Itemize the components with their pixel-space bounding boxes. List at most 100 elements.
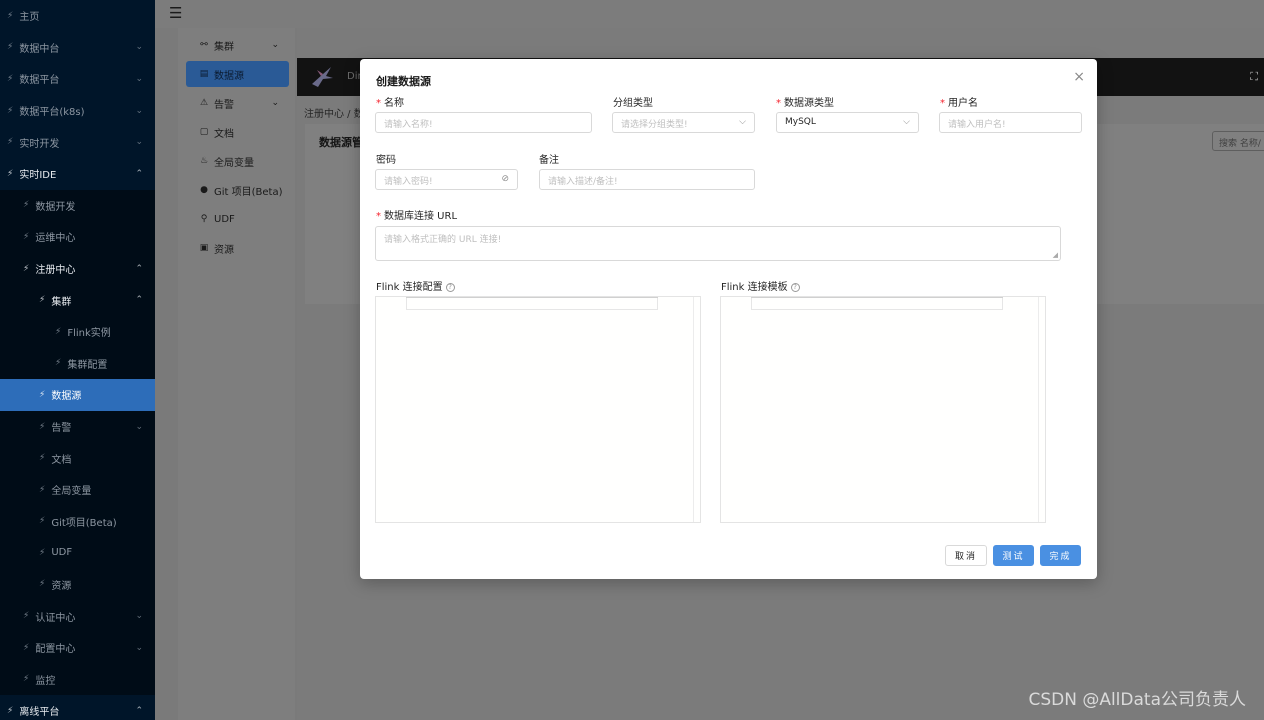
- chevron-up-icon: ⌃: [135, 168, 143, 179]
- datasource-type-select[interactable]: MySQL ⌵: [776, 112, 919, 133]
- sidebar-item-realtime-ide[interactable]: ⚡ 实时IDE ⌃: [0, 158, 155, 190]
- bolt-icon: ⚡: [7, 137, 14, 148]
- editor-scrollbar[interactable]: [1038, 297, 1039, 522]
- test-button[interactable]: 测试: [993, 545, 1034, 566]
- bolt-icon: ⚡: [23, 231, 30, 242]
- note-label: 备注: [539, 155, 559, 166]
- name-input[interactable]: 请输入名称!: [375, 112, 592, 133]
- bolt-icon: ⚡: [39, 484, 46, 495]
- editor-line: [406, 297, 658, 298]
- sidebar-item-docs[interactable]: ⚡ 文档: [0, 442, 155, 474]
- datasource-type-label-text: 数据源类型: [784, 98, 834, 109]
- question-circle-icon[interactable]: ?: [445, 283, 455, 292]
- sidebar-item-label: 主页: [19, 12, 40, 24]
- required-mark: *: [376, 98, 381, 109]
- cancel-button[interactable]: 取消: [945, 545, 987, 566]
- sidebar-item-config-center[interactable]: ⚡ 配置中心 ⌄: [0, 631, 155, 664]
- submenu-item-udf[interactable]: ⚲ UDF: [186, 206, 289, 232]
- submenu-item-git-project[interactable]: ● Git 项目(Beta): [186, 177, 289, 203]
- fullscreen-icon[interactable]: ⛶: [1250, 70, 1258, 84]
- username-label: * 用户名: [940, 94, 978, 109]
- datasource-type-label: * 数据源类型: [776, 94, 834, 109]
- sidebar-item-label: Git项目(Beta): [51, 517, 117, 529]
- submenu-item-global-vars[interactable]: ♨ 全局变量: [186, 148, 289, 174]
- submenu-item-cluster[interactable]: ⚯ 集群 ⌄: [186, 32, 289, 58]
- password-placeholder: 请输入密码!: [384, 177, 433, 187]
- sidebar-item-label: 数据平台(k8s): [19, 107, 85, 119]
- sidebar-item-ops-center[interactable]: ⚡ 运维中心: [0, 221, 155, 253]
- close-icon[interactable]: ×: [1073, 69, 1085, 85]
- sidebar-item-flink-instance[interactable]: ⚡ Flink实例: [0, 315, 155, 348]
- sidebar-item-auth-center[interactable]: ⚡ 认证中心 ⌄: [0, 600, 155, 632]
- sidebar-item-label: UDF: [51, 547, 73, 559]
- sidebar-item-registry[interactable]: ⚡ 注册中心 ⌃: [0, 252, 155, 285]
- username-input[interactable]: 请输入用户名!: [939, 112, 1082, 133]
- page-title: 数据源管: [319, 136, 363, 149]
- sidebar-item-label: 实时IDE: [19, 170, 57, 182]
- watermark: CSDN @AllData公司负责人: [1028, 690, 1246, 710]
- note-input[interactable]: 请输入描述/备注!: [539, 169, 755, 190]
- group-type-select[interactable]: 请选择分组类型! ⌵: [612, 112, 755, 133]
- bolt-icon: ⚡: [23, 642, 30, 653]
- breadcrumb: 注册中心 / 数: [304, 109, 364, 120]
- cluster-icon: ⚯: [200, 40, 208, 50]
- sidebar-item-label: 数据中台: [19, 43, 60, 55]
- sidebar-item-cluster-config[interactable]: ⚡ 集群配置: [0, 347, 155, 380]
- bolt-icon: ⚡: [39, 516, 46, 527]
- submenu-item-label: 全局变量: [214, 157, 254, 169]
- eye-invisible-icon[interactable]: ⊘: [501, 174, 509, 184]
- sidebar-item-data-dev[interactable]: ⚡ 数据开发: [0, 189, 155, 222]
- required-mark: *: [776, 98, 781, 109]
- question-circle-icon[interactable]: ?: [790, 283, 800, 292]
- sidebar-item-datasource[interactable]: ⚡ 数据源: [0, 379, 155, 411]
- chevron-down-icon: ⌄: [135, 611, 143, 622]
- required-mark: *: [376, 211, 381, 222]
- document-icon: ▢: [199, 127, 209, 137]
- flink-config-label: Flink 连接配置?: [376, 278, 455, 293]
- sidebar-item-home[interactable]: ⚡ 主页: [0, 0, 155, 32]
- submenu-item-docs[interactable]: ▢ 文档: [186, 119, 289, 145]
- sidebar-item-realtime-dev[interactable]: ⚡ 实时开发 ⌄: [0, 126, 155, 158]
- secondary-menu: ⚯ 集群 ⌄ ▤ 数据源 ⚠ 告警 ⌄ ▢ 文档 ♨ 全局变量 ● Git 项目(Beta) ⚲…: [178, 28, 295, 720]
- sidebar-item-alert[interactable]: ⚡ 告警 ⌄: [0, 410, 155, 443]
- flink-config-label-text: Flink 连接配置: [376, 282, 443, 293]
- submenu-item-resources[interactable]: ▣ 资源: [186, 235, 289, 261]
- bolt-icon: ⚡: [7, 105, 14, 116]
- flink-template-editor[interactable]: [720, 296, 1046, 523]
- url-textarea[interactable]: 请输入格式正确的 URL 连接! ◢: [375, 226, 1061, 261]
- bolt-icon: ⚡: [7, 10, 14, 21]
- alert-icon: ⚠: [199, 98, 209, 108]
- sidebar-item-data-platform-k8s[interactable]: ⚡ 数据平台(k8s) ⌄: [0, 95, 155, 127]
- editor-line: [406, 297, 658, 310]
- submenu-item-label: Git 项目(Beta): [214, 186, 283, 198]
- finish-button[interactable]: 完成: [1040, 545, 1081, 566]
- sidebar-item-global-vars[interactable]: ⚡ 全局变量: [0, 473, 155, 506]
- chevron-up-icon: ⌃: [135, 295, 143, 306]
- name-label-text: 名称: [384, 98, 404, 109]
- submenu-item-alert[interactable]: ⚠ 告警 ⌄: [186, 90, 289, 116]
- sidebar-item-udf[interactable]: ⚡ UDF: [0, 537, 155, 569]
- sidebar-item-data-middle[interactable]: ⚡ 数据中台 ⌄: [0, 32, 155, 64]
- password-input[interactable]: 请输入密码! ⊘: [375, 169, 518, 190]
- sidebar-item-offline-platform[interactable]: ⚡ 离线平台 ⌃: [0, 695, 155, 720]
- github-icon: ●: [200, 185, 208, 195]
- url-label-text: 数据库连接 URL: [384, 211, 458, 222]
- create-datasource-modal: 创建数据源 × * 名称 请输入名称! 分组类型 请选择分组类型! ⌵ * 数据源类型…: [360, 59, 1097, 579]
- sidebar-item-git-project[interactable]: ⚡ Git项目(Beta): [0, 505, 155, 538]
- sidebar-item-cluster[interactable]: ⚡ 集群 ⌃: [0, 284, 155, 316]
- bolt-icon: ⚡: [55, 358, 62, 369]
- sidebar-item-monitor[interactable]: ⚡ 监控: [0, 663, 155, 696]
- editor-scrollbar[interactable]: [693, 297, 694, 522]
- submenu-item-datasource[interactable]: ▤ 数据源: [186, 61, 289, 87]
- sidebar-item-data-platform[interactable]: ⚡ 数据平台 ⌄: [0, 63, 155, 95]
- sidebar-item-label: 数据平台: [19, 75, 60, 87]
- bolt-icon: ⚡: [23, 200, 30, 211]
- editor-line: [751, 297, 1003, 310]
- bolt-icon: ⚡: [23, 263, 30, 274]
- search-input[interactable]: 搜索 名称/: [1212, 131, 1264, 151]
- hummingbird-logo-icon: [312, 67, 333, 87]
- menu-fold-icon[interactable]: ☰: [169, 4, 182, 22]
- sidebar-item-resources[interactable]: ⚡ 资源: [0, 568, 155, 601]
- resize-handle-icon[interactable]: ◢: [1053, 251, 1058, 259]
- flink-config-editor[interactable]: [375, 296, 701, 523]
